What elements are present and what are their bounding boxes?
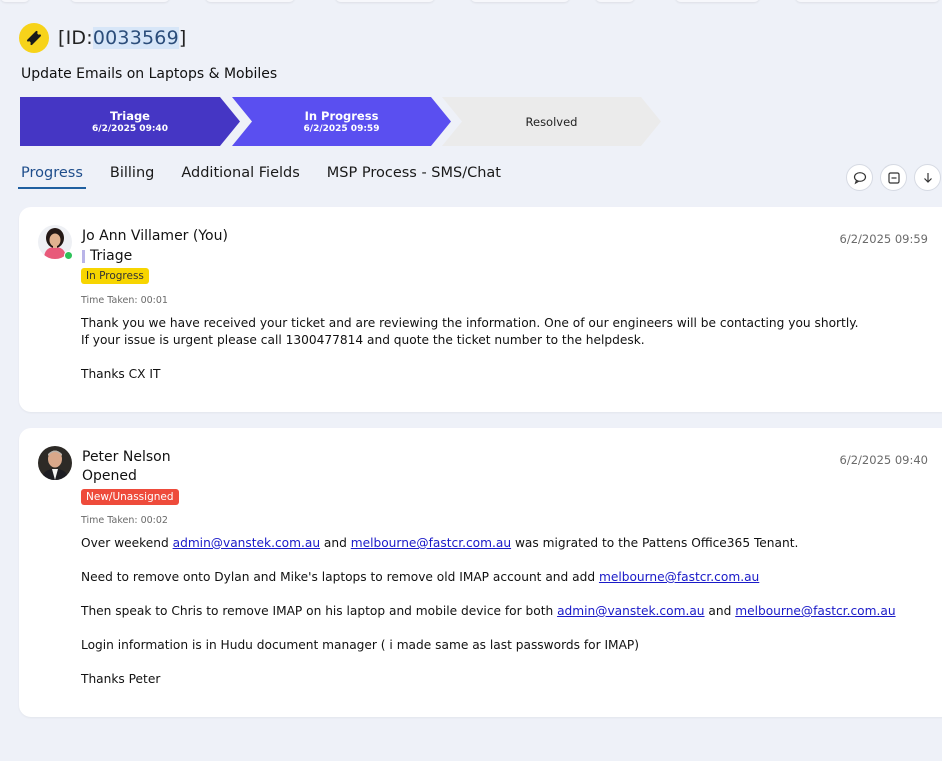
body-line: If your issue is urgent please call 1300… <box>81 333 645 347</box>
stage-resolved[interactable]: Resolved <box>442 97 661 146</box>
email-link[interactable]: admin@vanstek.com.au <box>557 604 704 618</box>
ticket-subject: Update Emails on Laptops & Mobiles <box>21 66 278 82</box>
stage-label: Triage <box>110 109 150 123</box>
body-line: Over weekend admin@vanstek.com.au and me… <box>81 535 896 552</box>
avatar <box>38 446 72 480</box>
body-line: Then speak to Chris to remove IMAP on hi… <box>81 603 896 620</box>
entry-timestamp: 6/2/2025 09:40 <box>839 453 928 467</box>
stage-triage[interactable]: Triage 6/2/2025 09:40 <box>20 97 240 146</box>
collapse-icon <box>887 171 900 184</box>
collapse-button[interactable] <box>880 164 907 191</box>
online-status-dot <box>64 251 73 260</box>
text: was migrated to the Pattens Office365 Te… <box>511 536 799 550</box>
entry-author: Jo Ann Villamer (You) <box>82 228 228 244</box>
status-badge: In Progress <box>81 268 149 284</box>
text: Need to remove onto Dylan and Mike's lap… <box>81 570 599 584</box>
ticket-id: [ID:0033569] <box>58 27 187 49</box>
tab-progress[interactable]: Progress <box>18 165 86 189</box>
time-taken: Time Taken: 00:01 <box>81 295 168 306</box>
status-badge: New/Unassigned <box>81 489 179 505</box>
progress-entry: Peter Nelson Opened New/Unassigned Time … <box>19 428 942 717</box>
email-link[interactable]: melbourne@fastcr.com.au <box>351 536 511 550</box>
email-link[interactable]: melbourne@fastcr.com.au <box>735 604 895 618</box>
entry-body: Thank you we have received your ticket a… <box>81 315 859 383</box>
body-line: Thanks CX IT <box>81 367 161 381</box>
tab-msp-process[interactable]: MSP Process - SMS/Chat <box>324 165 504 189</box>
comment-button[interactable] <box>846 164 873 191</box>
progress-entry: Jo Ann Villamer (You) Triage In Progress… <box>19 207 942 412</box>
body-line: Need to remove onto Dylan and Mike's lap… <box>81 569 896 586</box>
ticket-header: [ID:0033569] <box>19 23 187 53</box>
top-toolbar-strip <box>0 0 942 4</box>
entry-stage-label: Opened <box>82 468 137 484</box>
download-icon <box>923 172 932 183</box>
entry-body: Over weekend admin@vanstek.com.au and me… <box>81 535 896 688</box>
stage-label: Resolved <box>525 114 578 129</box>
stage-in-progress[interactable]: In Progress 6/2/2025 09:59 <box>232 97 451 146</box>
stage-date: 6/2/2025 09:59 <box>303 124 380 134</box>
text: and <box>704 604 736 618</box>
text: and <box>320 536 351 550</box>
stage-label: In Progress <box>304 109 379 123</box>
download-button[interactable] <box>914 164 941 191</box>
comment-icon <box>853 171 866 184</box>
entry-stage: Triage <box>82 248 132 264</box>
entry-stage-label: Triage <box>90 248 133 264</box>
ticket-number: 0033569 <box>92 27 179 49</box>
tab-additional-fields[interactable]: Additional Fields <box>178 165 302 189</box>
ticket-icon <box>19 23 49 53</box>
text: Over weekend <box>81 536 173 550</box>
stage-date: 6/2/2025 09:40 <box>92 124 168 134</box>
entry-author: Peter Nelson <box>82 449 171 465</box>
time-taken: Time Taken: 00:02 <box>81 515 168 526</box>
email-link[interactable]: melbourne@fastcr.com.au <box>599 570 759 584</box>
tool-buttons <box>846 164 941 191</box>
tab-bar: Progress Billing Additional Fields MSP P… <box>18 165 525 189</box>
email-link[interactable]: admin@vanstek.com.au <box>173 536 320 550</box>
body-line: Login information is in Hudu document ma… <box>81 638 640 652</box>
text: Then speak to Chris to remove IMAP on hi… <box>81 604 558 618</box>
body-line: Thanks Peter <box>81 672 161 686</box>
tab-billing[interactable]: Billing <box>107 165 157 189</box>
entry-stage: Opened <box>82 468 137 484</box>
body-line: Thank you we have received your ticket a… <box>81 316 859 330</box>
entry-timestamp: 6/2/2025 09:59 <box>839 232 928 246</box>
